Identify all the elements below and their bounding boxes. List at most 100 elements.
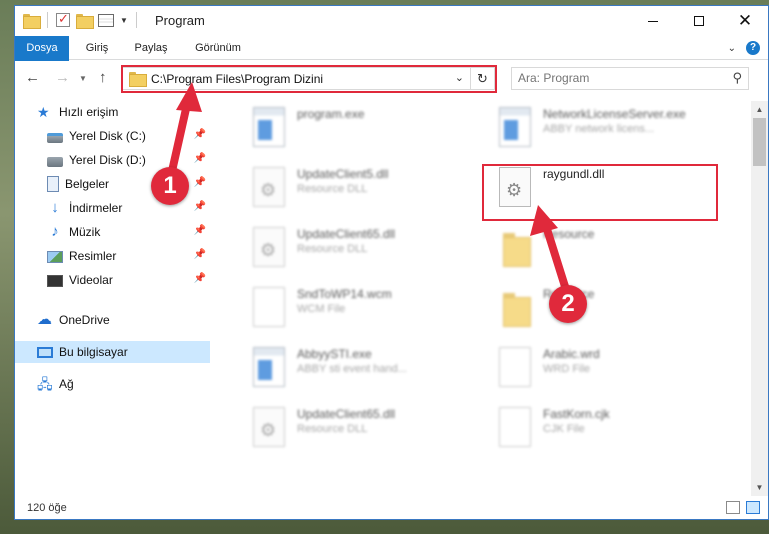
- file-name: SndToWP14.wcm: [297, 287, 392, 301]
- file-type: Resource DLL: [297, 243, 368, 255]
- star-icon: ★: [37, 104, 50, 120]
- sidebar-item-onedrive[interactable]: ☁ OneDrive: [15, 309, 210, 331]
- customize-qat-chevron-icon[interactable]: ▼: [120, 16, 128, 25]
- scroll-thumb[interactable]: [753, 118, 766, 166]
- help-icon[interactable]: ?: [746, 41, 760, 55]
- scroll-up-icon[interactable]: ▲: [751, 101, 768, 118]
- divider: [47, 12, 48, 28]
- disk-icon: [47, 132, 63, 143]
- sidebar-item-network[interactable]: 🖧 Ağ: [15, 373, 210, 395]
- search-box[interactable]: ⚲: [511, 67, 749, 90]
- list-item[interactable]: NetworkLicenseServer.exe ABBY network li…: [487, 101, 727, 153]
- list-item[interactable]: UpdateClient65.dll Resource DLL: [241, 401, 481, 453]
- sidebar-item-quick-access[interactable]: ★ Hızlı erişim: [15, 101, 210, 123]
- folder-icon: [499, 287, 531, 327]
- network-icon: 🖧: [37, 376, 53, 392]
- tab-share[interactable]: Paylaş: [127, 36, 175, 60]
- file-name: UpdateClient65.dll: [297, 227, 396, 241]
- sidebar-item-label: OneDrive: [59, 313, 110, 327]
- exe-file-icon: [499, 107, 531, 147]
- forward-arrow-icon[interactable]: →: [55, 69, 70, 86]
- list-item[interactable]: Resource: [487, 221, 727, 273]
- annotation-badge-2: 2: [549, 285, 587, 323]
- expand-ribbon-icon[interactable]: ⌄: [728, 43, 736, 54]
- sidebar-item-videos[interactable]: Videolar 📌: [15, 269, 210, 291]
- sidebar-item-this-pc[interactable]: Bu bilgisayar: [15, 341, 210, 363]
- sidebar-item-disk-c[interactable]: Yerel Disk (C:) 📌: [15, 125, 210, 147]
- quick-access-toolbar: ▼: [23, 11, 139, 29]
- search-input[interactable]: [518, 71, 718, 85]
- pin-icon: 📌: [193, 177, 206, 188]
- file-name: FastKorn.cjk: [543, 407, 610, 421]
- file-icon: [499, 347, 531, 387]
- file-type: CJK File: [543, 423, 585, 435]
- new-folder-icon[interactable]: [76, 13, 94, 29]
- downloads-icon: ↓: [51, 199, 59, 216]
- folder-icon: [499, 227, 531, 267]
- list-item[interactable]: Resource: [487, 281, 727, 333]
- pin-icon: 📌: [193, 153, 206, 164]
- tiles-view-icon[interactable]: [746, 501, 760, 514]
- scroll-down-icon[interactable]: ▼: [751, 479, 768, 496]
- exe-file-icon: [253, 347, 285, 387]
- sidebar-item-label: Belgeler: [65, 177, 110, 191]
- file-type: ABBY network licens...: [543, 123, 655, 135]
- navigation-pane: ★ Hızlı erişim Yerel Disk (C:) 📌 Yerel D…: [15, 101, 210, 496]
- pin-icon: 📌: [193, 249, 206, 260]
- file-highlight-box: [482, 164, 718, 221]
- file-type: Resource DLL: [297, 423, 368, 435]
- navigation-bar: ← → ▼ ↑ C:\Program Files\Program Dizini …: [15, 61, 768, 95]
- tab-view[interactable]: Görünüm: [187, 36, 249, 60]
- maximize-icon: [694, 16, 704, 26]
- documents-icon: [47, 176, 59, 192]
- item-count: 120 öğe: [27, 502, 67, 514]
- search-icon[interactable]: ⚲: [732, 70, 742, 86]
- file-name: UpdateClient5.dll: [297, 167, 389, 181]
- file-name: program.exe: [297, 107, 365, 121]
- file-name: NetworkLicenseServer.exe: [543, 107, 686, 121]
- file-icon: [253, 287, 285, 327]
- file-type: WRD File: [543, 363, 591, 375]
- status-bar: 120 öğe: [15, 497, 768, 519]
- sidebar-item-label: Ağ: [59, 377, 74, 391]
- divider: [135, 12, 137, 28]
- list-item[interactable]: AbbyySTI.exe ABBY sti event hand...: [241, 341, 481, 393]
- recent-locations-chevron-icon[interactable]: ▼: [79, 74, 87, 83]
- file-type: WCM File: [297, 303, 346, 315]
- back-arrow-icon[interactable]: ←: [25, 69, 40, 86]
- list-item[interactable]: program.exe: [241, 101, 481, 153]
- pin-icon: 📌: [193, 129, 206, 140]
- list-item[interactable]: SndToWP14.wcm WCM File: [241, 281, 481, 333]
- list-item[interactable]: UpdateClient65.dll Resource DLL: [241, 221, 481, 273]
- list-item[interactable]: Arabic.wrd WRD File: [487, 341, 727, 393]
- list-item[interactable]: UpdateClient5.dll Resource DLL: [241, 161, 481, 213]
- sidebar-item-label: Müzik: [69, 225, 101, 239]
- ribbon-tabs: Dosya Giriş Paylaş Görünüm ⌄ ?: [15, 36, 768, 88]
- pin-icon: 📌: [193, 201, 206, 212]
- sidebar-item-music[interactable]: ♪ Müzik 📌: [15, 221, 210, 243]
- file-list: program.exe UpdateClient5.dll Resource D…: [211, 101, 747, 496]
- videos-icon: [47, 275, 63, 287]
- disk-icon: [47, 156, 63, 167]
- close-button[interactable]: ✕: [722, 6, 768, 36]
- properties-check-icon[interactable]: [56, 11, 70, 27]
- sidebar-item-label: Hızlı erişim: [59, 105, 119, 119]
- explorer-window: ▼ Program ✕ Dosya Giriş Paylaş Görünüm ⌄…: [14, 5, 769, 520]
- properties-icon[interactable]: [98, 13, 114, 27]
- up-arrow-icon[interactable]: ↑: [99, 69, 107, 86]
- list-item[interactable]: FastKorn.cjk CJK File: [487, 401, 727, 453]
- minimize-button[interactable]: [630, 6, 676, 36]
- sidebar-item-disk-d[interactable]: Yerel Disk (D:) 📌: [15, 149, 210, 171]
- exe-file-icon: [253, 107, 285, 147]
- file-name: Arabic.wrd: [543, 347, 600, 361]
- sidebar-item-label: Yerel Disk (C:): [69, 129, 146, 143]
- vertical-scrollbar[interactable]: ▲ ▼: [751, 101, 768, 496]
- folder-icon: [23, 13, 41, 29]
- tab-home[interactable]: Giriş: [77, 36, 117, 60]
- music-icon: ♪: [51, 223, 59, 240]
- sidebar-item-pictures[interactable]: Resimler 📌: [15, 245, 210, 267]
- details-view-icon[interactable]: [726, 501, 740, 514]
- title-bar: ▼ Program ✕: [15, 6, 768, 36]
- sidebar-item-label: Resimler: [69, 249, 117, 263]
- maximize-button[interactable]: [676, 6, 722, 36]
